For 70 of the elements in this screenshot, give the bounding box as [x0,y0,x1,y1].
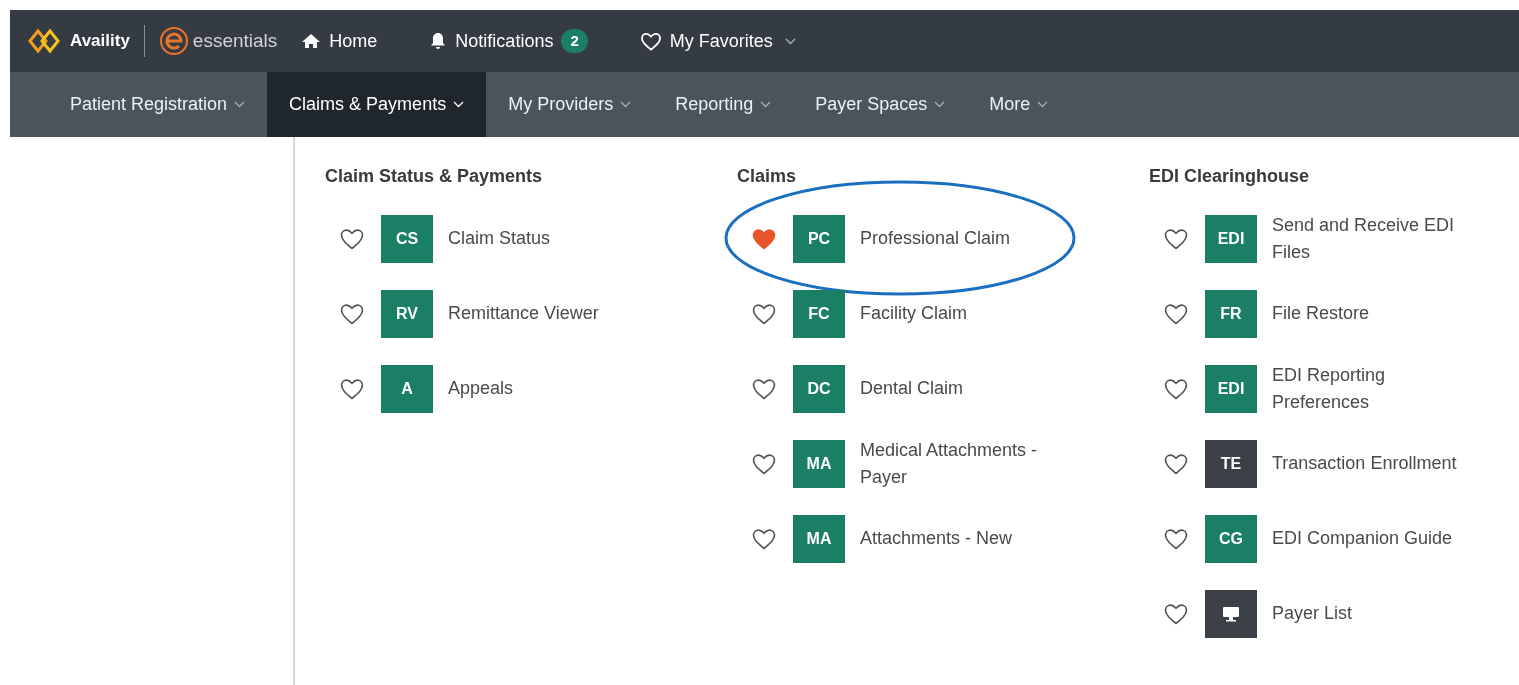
app-tile: MA [793,439,845,488]
app-tile: EDI [1205,364,1257,413]
home-icon [301,33,322,49]
menu-item-link[interactable]: Medical Attachments - Payer [860,436,1075,491]
favorite-heart-icon[interactable] [1163,377,1189,400]
link-label: Home [329,29,378,53]
product-name: essentials [192,28,278,53]
column-heading: Claim Status & Payments [325,165,544,188]
menu-item-link[interactable]: File Restore [1272,300,1487,327]
chevron-down-icon [934,101,946,108]
essentials-logo-icon [158,26,189,56]
chevron-down-icon [760,101,772,108]
top-nav-link[interactable]: My Favorites [639,27,796,55]
app-tile: PC [793,214,845,263]
app-tile: RV [381,289,433,338]
menu-item-link[interactable]: Attachments - New [860,525,1075,552]
favorite-heart-icon[interactable] [339,302,365,325]
favorite-heart-icon[interactable] [1163,227,1189,250]
nav-tab[interactable]: More [967,72,1071,137]
nav-tab[interactable]: Patient Registration [48,72,268,137]
favorite-heart-icon[interactable] [1163,527,1189,550]
nav-tab[interactable]: Payer Spaces [793,72,968,137]
menu-item-link[interactable]: Transaction Enrollment [1272,450,1487,477]
favorite-heart-icon[interactable] [751,377,777,400]
chevron-down-icon [234,101,246,108]
favorite-heart-icon[interactable] [339,227,365,250]
heart-icon [639,31,662,51]
chevron-down-icon [620,101,632,108]
favorite-heart-icon[interactable] [751,527,777,550]
top-nav-link[interactable]: Home [301,27,378,55]
app-tile: CS [381,214,433,263]
chevron-down-icon [453,101,465,108]
favorite-heart-icon[interactable] [1163,452,1189,475]
column-heading: EDI Clearinghouse [1149,165,1311,188]
bell-icon [429,32,448,50]
favorite-heart-icon[interactable] [1163,602,1189,625]
favorite-heart-icon[interactable] [751,227,777,250]
favorite-heart-icon[interactable] [1163,302,1189,325]
link-label: My Favorites [669,29,773,53]
menu-item-link[interactable]: EDI Companion Guide [1272,525,1487,552]
chevron-down-icon [1037,101,1049,108]
favorite-heart-icon[interactable] [339,377,365,400]
menu-item-link[interactable]: Payer List [1272,600,1487,627]
menu-item-link[interactable]: Professional Claim [860,225,1075,252]
count-badge: 2 [561,28,588,54]
link-label: Notifications [455,29,554,53]
app-tile: FC [793,289,845,338]
app-tile: CG [1205,514,1257,563]
chevron-down-icon [784,37,796,45]
menu-item-link[interactable]: EDI Reporting Preferences [1272,361,1487,416]
menu-item-link[interactable]: Appeals [448,375,663,402]
menu-item-link[interactable]: Dental Claim [860,375,1075,402]
app-tile: MA [793,514,845,563]
menu-item-link[interactable]: Claim Status [448,225,663,252]
app-tile: TE [1205,439,1257,488]
favorite-heart-icon[interactable] [751,452,777,475]
nav-tab[interactable]: Reporting [653,72,794,137]
nav-tab[interactable]: My Providers [486,72,654,137]
brand-name: Availity [70,30,130,53]
app-tile: FR [1205,289,1257,338]
app-tile: DC [793,364,845,413]
nav-tab[interactable]: Claims & Payments [267,72,487,137]
menu-item-link[interactable]: Send and Receive EDI Files [1272,211,1487,266]
menu-item-link[interactable]: Facility Claim [860,300,1075,327]
column-heading: Claims [737,165,798,188]
top-nav-link[interactable]: Notifications 2 [429,27,588,55]
app-tile: A [381,364,433,413]
menu-item-link[interactable]: Remittance Viewer [448,300,663,327]
favorite-heart-icon[interactable] [751,302,777,325]
app-tile: EDI [1205,214,1257,263]
